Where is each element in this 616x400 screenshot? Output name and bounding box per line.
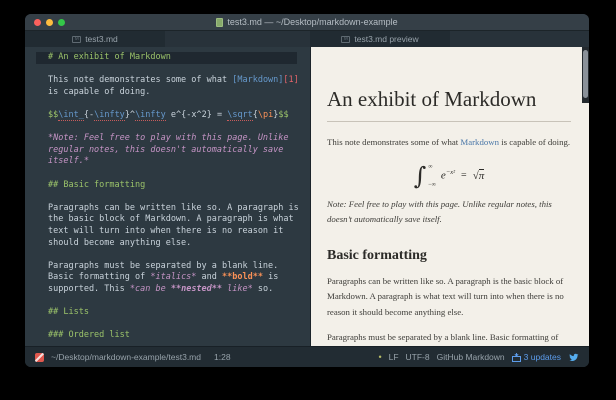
window-title-text: test3.md — ~/Desktop/markdown-example <box>227 17 397 27</box>
editor-line[interactable] <box>25 98 310 110</box>
status-dot: • <box>378 352 381 362</box>
editor-line[interactable] <box>25 64 310 76</box>
editor-line[interactable] <box>25 319 310 331</box>
math-sqrt: √π <box>473 170 485 182</box>
preview-h2: Basic formatting <box>327 248 571 264</box>
preview-paragraph-2: Paragraphs can be written like so. A par… <box>327 274 571 321</box>
traffic-lights <box>34 19 65 26</box>
editor-line[interactable]: Paragraphs must be separated by a blank … <box>25 261 310 273</box>
markdown-preview-pane: An exhibit of Markdown This note demonst… <box>310 47 589 346</box>
tab-bar: M test3.md M test3.md preview <box>25 31 589 47</box>
tab-bar-empty-right <box>450 31 589 47</box>
markdown-file-icon <box>216 18 223 27</box>
tab-bar-empty-left <box>165 31 310 47</box>
editor-line[interactable]: Basic formatting of *italics* and **bold… <box>25 272 310 284</box>
tab-test3-md[interactable]: M test3.md <box>25 31 165 47</box>
zoom-button[interactable] <box>58 19 65 26</box>
editor-line[interactable]: ## Lists <box>25 307 310 319</box>
markdown-tab-icon: M <box>341 36 350 43</box>
tab-label: test3.md preview <box>354 34 418 44</box>
preview-content: An exhibit of Markdown This note demonst… <box>311 47 589 346</box>
editor-line[interactable] <box>25 122 310 134</box>
math-equals: = <box>461 170 467 181</box>
close-button[interactable] <box>34 19 41 26</box>
title-bar: test3.md — ~/Desktop/markdown-example <box>25 14 589 31</box>
preview-paragraph-3: Paragraphs must be separated by a blank … <box>327 330 571 346</box>
window-title: test3.md — ~/Desktop/markdown-example <box>216 17 397 27</box>
editor-line[interactable] <box>25 168 310 180</box>
line-ending-indicator[interactable]: LF <box>389 352 399 362</box>
editor-line[interactable] <box>25 249 310 261</box>
editor-line[interactable]: supported. This *can be **nested** like*… <box>25 284 310 296</box>
editor-line[interactable]: is capable of doing. <box>25 87 310 99</box>
editor-line[interactable]: regular notes, this doesn't automaticall… <box>25 145 310 157</box>
status-bar: ~/Desktop/markdown-example/test3.md 1:28… <box>25 346 589 367</box>
editor-line[interactable]: text will turn into when there is no rea… <box>25 226 310 238</box>
heading-rule <box>327 121 571 122</box>
markdown-editor-pane[interactable]: # An exhibit of Markdown This note demon… <box>25 47 310 346</box>
markdown-tab-icon: M <box>72 36 81 43</box>
cursor-position[interactable]: 1:28 <box>214 352 231 362</box>
preview-scrollbar-thumb[interactable] <box>583 50 588 98</box>
math-e: e−x² <box>441 169 455 182</box>
encoding-indicator[interactable]: UTF-8 <box>406 352 430 362</box>
tab-label: test3.md <box>85 34 118 44</box>
editor-line[interactable]: Paragraphs can be written like so. A par… <box>25 203 310 215</box>
editor-line[interactable]: # An exhibit of Markdown <box>36 52 297 64</box>
editor-line[interactable]: itself.* <box>25 156 310 168</box>
integral-limits: ∞ −∞ <box>428 163 436 189</box>
editor-line[interactable]: ## Basic formatting <box>25 180 310 192</box>
updates-button[interactable]: 3 updates <box>512 352 561 362</box>
minimize-button[interactable] <box>46 19 53 26</box>
editor-line[interactable]: This note demonstrates some of what [Mar… <box>25 75 310 87</box>
file-path[interactable]: ~/Desktop/markdown-example/test3.md <box>51 352 201 362</box>
editor-line[interactable] <box>25 191 310 203</box>
editor-lines: # An exhibit of Markdown This note demon… <box>25 52 310 342</box>
preview-paragraph-1: This note demonstrates some of what Mark… <box>327 135 571 151</box>
editor-line[interactable]: $$\int_{-\infty}^\infty e^{-x^2} = \sqrt… <box>25 110 310 122</box>
editor-line[interactable]: *Note: Feel free to play with this page.… <box>25 133 310 145</box>
grammar-indicator[interactable]: GitHub Markdown <box>437 352 505 362</box>
editor-line[interactable]: should become anything else. <box>25 238 310 250</box>
preview-h1: An exhibit of Markdown <box>327 87 571 112</box>
app-window: test3.md — ~/Desktop/markdown-example M … <box>25 14 589 367</box>
main-area: # An exhibit of Markdown This note demon… <box>25 47 589 346</box>
editor-line[interactable]: the basic block of Markdown. A paragraph… <box>25 214 310 226</box>
tab-test3-md-preview[interactable]: M test3.md preview <box>310 31 450 47</box>
math-formula: ∫ ∞ −∞ e−x² = √π <box>327 163 571 189</box>
preview-note: Note: Feel free to play with this page. … <box>327 197 571 228</box>
package-update-icon <box>512 353 521 362</box>
markdown-link[interactable]: Markdown <box>460 137 499 147</box>
editor-line[interactable] <box>25 295 310 307</box>
integral-sign: ∫ <box>414 163 427 189</box>
updates-label: 3 updates <box>524 352 561 362</box>
editor-line[interactable]: ### Ordered list <box>25 330 310 342</box>
git-modified-file-icon <box>35 353 44 362</box>
twitter-bird-icon[interactable] <box>568 352 579 362</box>
